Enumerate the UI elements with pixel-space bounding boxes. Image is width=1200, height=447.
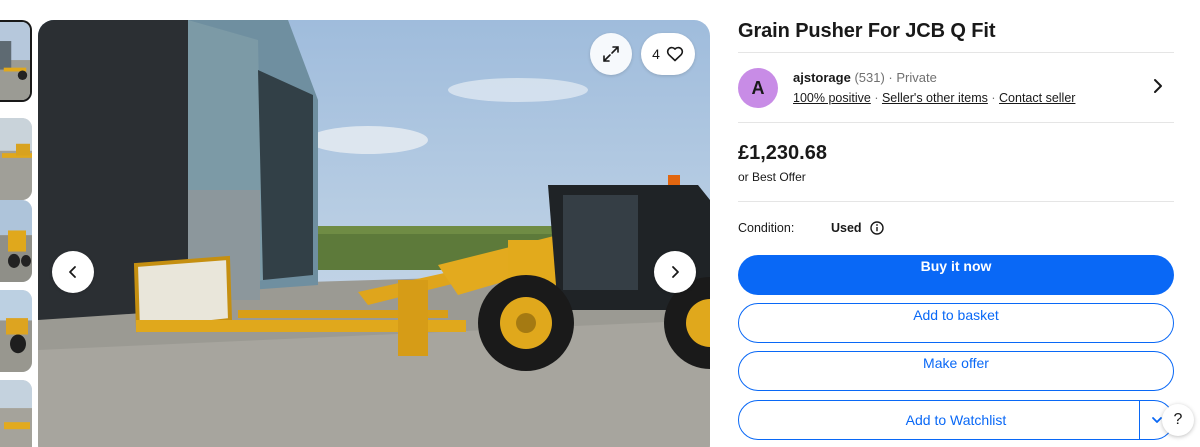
- thumbnail-1[interactable]: [0, 20, 32, 102]
- chevron-right-icon[interactable]: [1150, 78, 1166, 94]
- add-to-basket-button[interactable]: Add to basket: [738, 303, 1174, 343]
- previous-image-button[interactable]: [52, 251, 94, 293]
- divider: [738, 201, 1174, 202]
- separator: ·: [888, 70, 893, 85]
- separator: ·: [991, 91, 996, 105]
- item-title: Grain Pusher For JCB Q Fit: [738, 20, 996, 42]
- condition-label: Condition:: [738, 221, 795, 235]
- condition-row: Condition: Used: [738, 221, 884, 235]
- best-offer-note: or Best Offer: [738, 170, 806, 184]
- seller-name[interactable]: ajstorage: [793, 70, 851, 85]
- positive-feedback-link[interactable]: 100% positive: [793, 91, 871, 105]
- add-to-watchlist-label: Add to Watchlist: [905, 412, 1007, 428]
- add-to-watchlist-button[interactable]: Add to Watchlist: [738, 400, 1174, 440]
- seller-type: Private: [896, 70, 937, 85]
- help-button[interactable]: ?: [1162, 404, 1194, 436]
- next-image-button[interactable]: [654, 251, 696, 293]
- seller-feedback-count: (531): [854, 70, 885, 85]
- chevron-down-icon: [1151, 417, 1162, 423]
- watch-count-button[interactable]: 4: [641, 33, 695, 75]
- chevron-right-icon: [672, 266, 679, 278]
- main-product-image[interactable]: 4: [38, 20, 710, 447]
- divider: [738, 122, 1174, 123]
- expand-icon: [603, 46, 619, 62]
- contact-seller-link[interactable]: Contact seller: [999, 91, 1075, 105]
- heart-icon: [666, 46, 684, 62]
- seller-card[interactable]: A ajstorage (531) · Private 100% positiv…: [738, 64, 1174, 114]
- product-photo: [38, 20, 710, 447]
- seller-links: 100% positive · Seller's other items · C…: [793, 91, 1075, 105]
- expand-image-button[interactable]: [590, 33, 632, 75]
- separator: ·: [874, 91, 879, 105]
- thumbnail-5[interactable]: [0, 380, 32, 447]
- info-icon[interactable]: [869, 221, 884, 235]
- thumbnail-4[interactable]: [0, 290, 32, 372]
- watch-count: 4: [652, 46, 660, 62]
- divider: [738, 52, 1174, 53]
- seller-other-items-link[interactable]: Seller's other items: [882, 91, 988, 105]
- thumbnail-3[interactable]: [0, 200, 32, 282]
- buy-it-now-button[interactable]: Buy it now: [738, 255, 1174, 295]
- condition-value: Used: [831, 221, 862, 235]
- avatar: A: [738, 68, 778, 108]
- thumbnail-2[interactable]: [0, 118, 32, 200]
- seller-name-line: ajstorage (531) · Private: [793, 70, 937, 85]
- make-offer-button[interactable]: Make offer: [738, 351, 1174, 391]
- chevron-left-icon: [69, 266, 76, 278]
- item-price: £1,230.68: [738, 142, 827, 164]
